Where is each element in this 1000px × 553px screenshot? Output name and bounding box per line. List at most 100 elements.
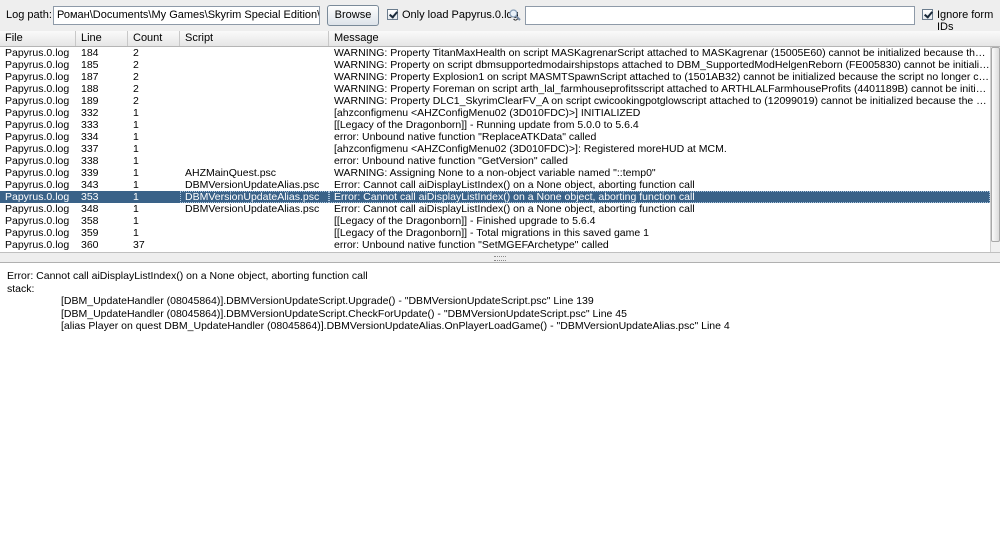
cell-file: Papyrus.0.log	[5, 191, 70, 203]
cell-line: 338	[81, 155, 99, 167]
log-path-label: Log path:	[6, 9, 52, 21]
cell-file: Papyrus.0.log	[5, 215, 70, 227]
table-row[interactable]: Papyrus.0.log 185 2 WARNING: Property on sc…	[0, 59, 990, 71]
cell-line: 187	[81, 71, 99, 83]
cell-script	[180, 119, 329, 131]
cell-file: Papyrus.0.log	[5, 47, 70, 59]
cell-script	[180, 239, 329, 251]
cell-line: 339	[81, 167, 99, 179]
column-header-script[interactable]: Script	[180, 31, 329, 46]
cell-message: WARNING: Property on script dbmsupported…	[334, 59, 990, 71]
cell-count: 2	[133, 95, 139, 107]
log-table: File Line Count Script Message Papyrus.0…	[0, 31, 1000, 252]
cell-count: 2	[133, 47, 139, 59]
table-row[interactable]: Papyrus.0.log 343 1 DBMVersionUpdateAlias.p…	[0, 179, 990, 191]
cell-line: 353	[81, 191, 99, 203]
cell-file: Papyrus.0.log	[5, 59, 70, 71]
table-row[interactable]: Papyrus.0.log 348 1 DBMVersionUpdateAlias.p…	[0, 203, 990, 215]
only-papyrus-checkbox[interactable]	[387, 9, 398, 20]
table-row[interactable]: Papyrus.0.log 188 2 WARNING: Property Forem…	[0, 83, 990, 95]
cell-file: Papyrus.0.log	[5, 155, 70, 167]
cell-line: 360	[81, 239, 99, 251]
cell-script: AHZMainQuest.psc	[185, 167, 277, 179]
cell-count: 1	[133, 191, 139, 203]
cell-count: 2	[133, 71, 139, 83]
log-path-input[interactable]: Роман\Documents\My Games\Skyrim Special …	[53, 6, 320, 25]
table-row[interactable]: Papyrus.0.log 333 1 [[Legacy of the Dragonb…	[0, 119, 990, 131]
cell-count: 1	[133, 167, 139, 179]
cell-message: [[Legacy of the Dragonborn]] - Total mig…	[334, 227, 649, 239]
cell-message: [[Legacy of the Dragonborn]] - Running u…	[334, 119, 639, 131]
detail-message: Error: Cannot call aiDisplayListIndex() …	[7, 270, 368, 282]
cell-script: DBMVersionUpdateAlias.psc	[185, 203, 320, 215]
ignore-form-ids-checkbox[interactable]	[922, 9, 933, 20]
table-row[interactable]: Papyrus.0.log 189 2 WARNING: Property DLC1_…	[0, 95, 990, 107]
cell-file: Papyrus.0.log	[5, 131, 70, 143]
table-row[interactable]: Papyrus.0.log 358 1 [[Legacy of the Dragonb…	[0, 215, 990, 227]
cell-line: 343	[81, 179, 99, 191]
cell-script	[180, 215, 329, 227]
cell-message: WARNING: Property Foreman on script arth…	[334, 83, 990, 95]
detail-pane: Error: Cannot call aiDisplayListIndex() …	[0, 262, 1000, 553]
only-papyrus-label: Only load Papyrus.0.log	[402, 9, 519, 21]
cell-message: [[Legacy of the Dragonborn]] - Finished …	[334, 215, 596, 227]
cell-message: WARNING: Assigning None to a non-object …	[334, 167, 656, 179]
scrollbar-thumb[interactable]	[991, 47, 1000, 242]
browse-button[interactable]: Browse	[327, 5, 379, 26]
cell-line: 333	[81, 119, 99, 131]
table-row[interactable]: Papyrus.0.log 338 1 error: Unbound native f…	[0, 155, 990, 167]
cell-file: Papyrus.0.log	[5, 227, 70, 239]
cell-count: 1	[133, 215, 139, 227]
cell-message: Error: Cannot call aiDisplayListIndex() …	[334, 203, 695, 215]
table-row[interactable]: Papyrus.0.log 337 1 [ahzconfigmenu <AHZConf…	[0, 143, 990, 155]
column-header-count[interactable]: Count	[128, 31, 180, 46]
cell-message: WARNING: Property TitanMaxHealth on scri…	[334, 47, 990, 59]
table-header: File Line Count Script Message	[0, 31, 1000, 47]
cell-file: Papyrus.0.log	[5, 119, 70, 131]
toolbar: Log path: Роман\Documents\My Games\Skyri…	[0, 0, 1000, 33]
table-row[interactable]: Papyrus.0.log 353 1 DBMVersionUpdateAlias.p…	[0, 191, 990, 203]
table-row[interactable]: Papyrus.0.log 184 2 WARNING: Property Titan…	[0, 47, 990, 59]
cell-count: 2	[133, 83, 139, 95]
cell-script	[180, 131, 329, 143]
column-header-line[interactable]: Line	[76, 31, 128, 46]
cell-script: DBMVersionUpdateAlias.psc	[180, 191, 329, 203]
column-header-message[interactable]: Message	[329, 31, 1000, 46]
table-row[interactable]: Papyrus.0.log 359 1 [[Legacy of the Dragonb…	[0, 227, 990, 239]
stack-frame: [DBM_UpdateHandler (08045864)].DBMVersio…	[61, 307, 627, 320]
magnifier-icon	[509, 9, 521, 21]
cell-file: Papyrus.0.log	[5, 71, 70, 83]
cell-script	[180, 227, 329, 239]
table-row[interactable]: Papyrus.0.log 332 1 [ahzconfigmenu <AHZConf…	[0, 107, 990, 119]
cell-count: 2	[133, 59, 139, 71]
cell-message: WARNING: Property DLC1_SkyrimClearFV_A o…	[334, 95, 990, 107]
cell-file: Papyrus.0.log	[5, 239, 70, 251]
cell-file: Papyrus.0.log	[5, 167, 70, 179]
cell-file: Papyrus.0.log	[5, 83, 70, 95]
cell-file: Papyrus.0.log	[5, 107, 70, 119]
cell-count: 1	[133, 203, 139, 215]
split-divider[interactable]	[0, 252, 1000, 262]
cell-script	[180, 59, 329, 71]
stack-label: stack:	[7, 282, 35, 295]
cell-count: 1	[133, 143, 139, 155]
cell-file: Papyrus.0.log	[5, 179, 70, 191]
stack-frame: [alias Player on quest DBM_UpdateHandler…	[61, 320, 730, 332]
cell-message: [ahzconfigmenu <AHZConfigMenu02 (3D010FD…	[334, 143, 727, 155]
table-row[interactable]: Papyrus.0.log 339 1 AHZMainQuest.psc WARNING…	[0, 167, 990, 179]
table-row[interactable]: Papyrus.0.log 187 2 WARNING: Property Explo…	[0, 71, 990, 83]
table-row[interactable]: Papyrus.0.log 360 37 error: Unbound native …	[0, 239, 990, 251]
filter-input[interactable]	[525, 6, 915, 25]
grip-icon	[494, 256, 506, 261]
cell-message: [ahzconfigmenu <AHZConfigMenu02 (3D010FD…	[334, 107, 641, 119]
ignore-form-ids-label: Ignore form IDs	[937, 9, 994, 33]
cell-file: Papyrus.0.log	[5, 143, 70, 155]
cell-script	[180, 47, 329, 59]
cell-line: 334	[81, 131, 99, 143]
cell-message: error: Unbound native function "GetVersi…	[334, 155, 568, 167]
cell-line: 188	[81, 83, 99, 95]
table-row[interactable]: Papyrus.0.log 334 1 error: Unbound native f…	[0, 131, 990, 143]
cell-message: error: Unbound native function "ReplaceA…	[334, 131, 597, 143]
column-header-file[interactable]: File	[0, 31, 76, 46]
table-scrollbar[interactable]	[990, 47, 1000, 252]
